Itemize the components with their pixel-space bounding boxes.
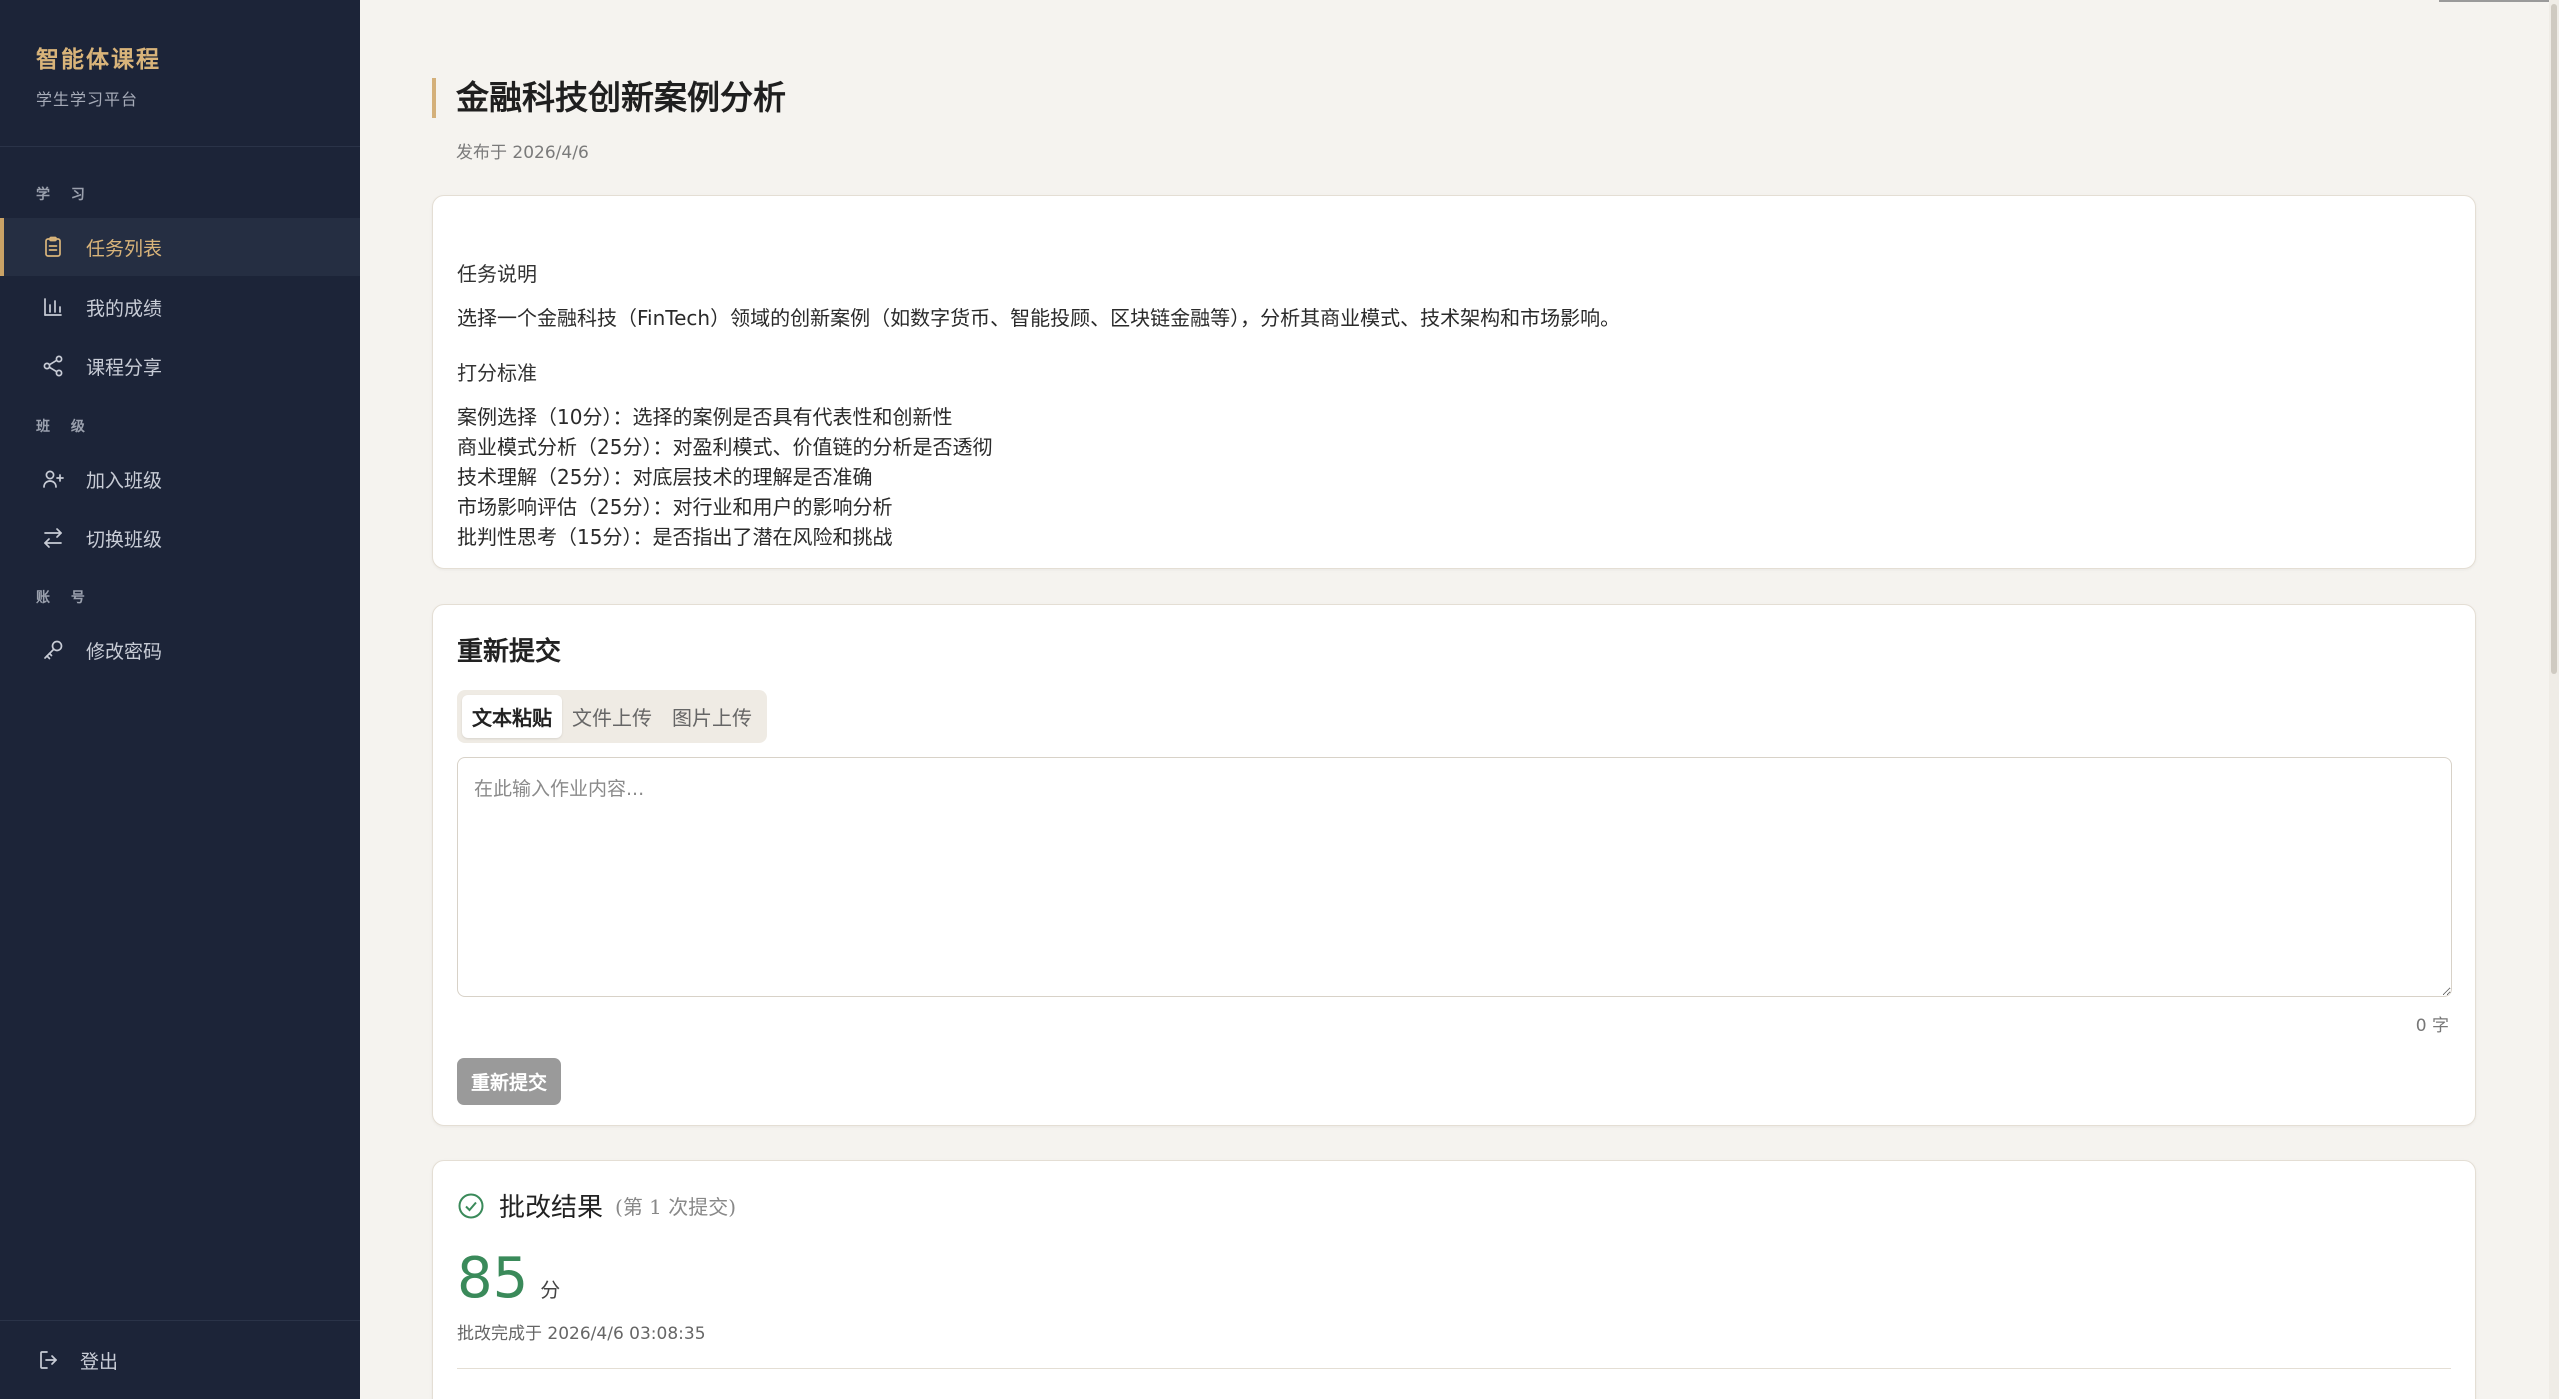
section-label-class: 班 级 (36, 419, 93, 435)
result-title: 批改结果 (499, 1193, 604, 1223)
graded-time: 批改完成于 2026/4/6 03:08:35 (457, 1324, 706, 1344)
tab-file-upload[interactable]: 文件上传 (562, 695, 662, 738)
page-title: 金融科技创新案例分析 (456, 78, 786, 117)
section-label-learn: 学 习 (36, 187, 93, 203)
main-content: 金融科技创新案例分析 发布于 2026/4/6 任务说明 选择一个金融科技（Fi… (360, 0, 2559, 1399)
brand-subtitle: 学生学习平台 (36, 90, 139, 109)
bar-chart-icon (40, 294, 66, 320)
sidebar-item-label: 加入班级 (86, 469, 163, 492)
brand-title: 智能体课程 (36, 46, 161, 73)
submission-count: (第 1 次提交) (615, 1195, 737, 1219)
result-divider (457, 1368, 2451, 1369)
criteria-item: 市场影响评估（25分）：对行业和用户的影响分析 (457, 495, 893, 519)
user-plus-icon (40, 466, 66, 492)
resubmit-card: 重新提交 文本粘贴 文件上传 图片上传 0 字 重新提交 (432, 604, 2476, 1126)
task-description-text: 选择一个金融科技（FinTech）领域的创新案例（如数字货币、智能投顾、区块链金… (457, 306, 1621, 330)
sidebar-item-change-password[interactable]: 修改密码 (0, 621, 360, 679)
logout-icon (36, 1347, 62, 1373)
criteria-item: 案例选择（10分）：选择的案例是否具有代表性和创新性 (457, 405, 953, 429)
tab-text-paste[interactable]: 文本粘贴 (462, 695, 562, 738)
sidebar-item-label: 课程分享 (86, 356, 163, 379)
resubmit-button[interactable]: 重新提交 (457, 1058, 562, 1105)
logout-label: 登出 (80, 1350, 119, 1373)
sidebar-divider (0, 1320, 360, 1321)
task-description-card: 任务说明 选择一个金融科技（FinTech）领域的创新案例（如数字货币、智能投顾… (432, 195, 2476, 569)
result-header: 批改结果 (第 1 次提交) (457, 1187, 2451, 1224)
scrollbar-thumb[interactable] (2551, 4, 2557, 674)
tab-image-upload[interactable]: 图片上传 (662, 695, 762, 738)
check-circle-icon (457, 1192, 485, 1220)
score-value: 85 (457, 1246, 529, 1311)
key-icon (40, 637, 66, 663)
sidebar: 智能体课程 学生学习平台 学 习 任务列表 我的成绩 课程分享 班 级 加入班级… (0, 0, 360, 1399)
scrollbar[interactable] (2549, 0, 2559, 1399)
score-unit: 分 (540, 1278, 561, 1302)
top-edge-line (2439, 0, 2549, 2)
sidebar-item-label: 切换班级 (86, 528, 163, 551)
criteria-item: 技术理解（25分）：对底层技术的理解是否准确 (457, 465, 873, 489)
sidebar-item-join-class[interactable]: 加入班级 (0, 450, 360, 508)
sidebar-item-label: 任务列表 (86, 237, 163, 260)
swap-icon (40, 525, 66, 551)
resubmit-title: 重新提交 (457, 637, 562, 667)
task-description-heading: 任务说明 (457, 262, 537, 286)
criteria-item: 批判性思考（15分）：是否指出了潜在风险和挑战 (457, 525, 893, 549)
share-icon (40, 353, 66, 379)
sidebar-item-tasks[interactable]: 任务列表 (0, 218, 360, 276)
grading-result-card: 批改结果 (第 1 次提交) 85 分 批改完成于 2026/4/6 03:08… (432, 1160, 2476, 1399)
criteria-list: 案例选择（10分）：选择的案例是否具有代表性和创新性 商业模式分析（25分）：对… (457, 402, 2451, 552)
homework-content-input[interactable] (457, 757, 2452, 997)
clipboard-icon (40, 234, 66, 260)
sidebar-item-share[interactable]: 课程分享 (0, 337, 360, 395)
page-title-bar: 金融科技创新案例分析 (432, 78, 786, 118)
score-row: 85 分 (457, 1246, 2451, 1311)
criteria-heading: 打分标准 (457, 361, 537, 385)
sidebar-item-switch-class[interactable]: 切换班级 (0, 509, 360, 567)
sidebar-item-grades[interactable]: 我的成绩 (0, 278, 360, 336)
section-label-account: 账 号 (36, 590, 93, 606)
sidebar-item-label: 我的成绩 (86, 297, 163, 320)
submit-mode-tabs: 文本粘贴 文件上传 图片上传 (457, 690, 767, 743)
publish-date: 发布于 2026/4/6 (456, 143, 589, 163)
logout-button[interactable]: 登出 (0, 1332, 118, 1388)
character-count: 0 字 (2415, 1016, 2449, 1036)
sidebar-item-label: 修改密码 (86, 640, 163, 663)
brand: 智能体课程 学生学习平台 (0, 0, 360, 147)
criteria-item: 商业模式分析（25分）：对盈利模式、价值链的分析是否透彻 (457, 435, 993, 459)
